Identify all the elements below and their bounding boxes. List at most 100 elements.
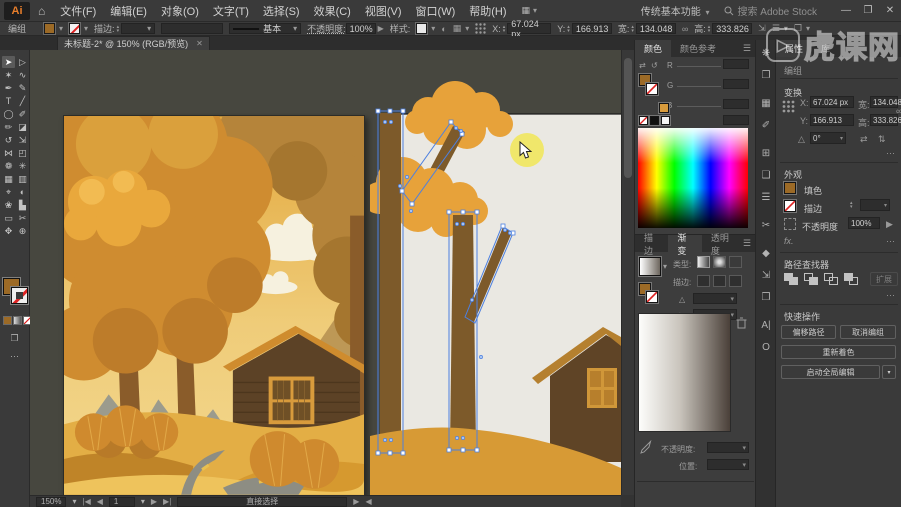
- delete-stop-icon[interactable]: [736, 317, 747, 329]
- tool-line[interactable]: ╱: [16, 95, 29, 107]
- tool-ellipse[interactable]: ◯: [2, 108, 15, 120]
- freeform-gradient-button[interactable]: [729, 256, 742, 268]
- gradient-stroke-swatch[interactable]: [646, 291, 658, 303]
- y-field[interactable]: 166.913: [810, 114, 854, 126]
- white-swatch[interactable]: [661, 116, 670, 125]
- status-collapse-icon[interactable]: ◀: [365, 497, 371, 506]
- asset-export-panel-icon[interactable]: ⇲: [756, 270, 776, 281]
- height-field[interactable]: 333.826: [712, 23, 752, 34]
- tool-scale[interactable]: ⇲: [16, 134, 29, 146]
- stroke-weight-field[interactable]: ▾: [860, 199, 890, 211]
- r-value-field[interactable]: [723, 59, 749, 69]
- variable-width-profile-field[interactable]: [161, 23, 223, 34]
- transform-options-icon[interactable]: ⇲: [758, 23, 766, 34]
- fill-color-swatch[interactable]: [44, 23, 55, 34]
- menu-help[interactable]: 帮助(H): [462, 3, 513, 19]
- opacity-field[interactable]: 100%: [848, 217, 880, 229]
- brush-definition-field[interactable]: 基本▾: [229, 23, 301, 34]
- fx-button[interactable]: fx.: [784, 236, 794, 246]
- tool-eraser[interactable]: ◪: [16, 121, 29, 133]
- tool-direct-selection[interactable]: ▷: [16, 56, 29, 68]
- tool-paintbrush[interactable]: ✐: [16, 108, 29, 120]
- tool-pencil[interactable]: ✏: [2, 121, 15, 133]
- tool-mesh[interactable]: ▦: [2, 173, 15, 185]
- link-dimensions-icon[interactable]: ∞: [682, 24, 688, 34]
- width-field[interactable]: 134.048: [636, 23, 676, 34]
- opacity-label[interactable]: 不透明度:: [307, 22, 346, 35]
- stroke-within-button[interactable]: [697, 275, 710, 287]
- flip-horizontal-icon[interactable]: ⇄: [860, 134, 868, 145]
- gradient-swatch[interactable]: [639, 257, 661, 276]
- tool-magic-wand[interactable]: ✶: [2, 69, 15, 81]
- x-field[interactable]: 67.024 px: [810, 96, 854, 108]
- artboard-2-work-in-progress[interactable]: [370, 80, 621, 495]
- global-edit-dropdown[interactable]: ▾: [882, 365, 896, 379]
- symbols-panel-icon[interactable]: ▦: [756, 98, 776, 109]
- gradient-mode-button[interactable]: [13, 316, 22, 325]
- menu-effect[interactable]: 效果(C): [307, 3, 358, 19]
- draw-mode-icon[interactable]: ❐: [8, 332, 21, 344]
- tool-hand[interactable]: ✥: [2, 225, 15, 237]
- first-artboard-icon[interactable]: |◀: [82, 497, 90, 506]
- tool-width[interactable]: ⋈: [2, 147, 15, 159]
- arrow-right-icon[interactable]: ▶: [378, 24, 384, 33]
- stop-position-field[interactable]: ▾: [707, 459, 749, 470]
- offset-path-button[interactable]: 偏移路径: [781, 325, 836, 339]
- last-artboard-icon[interactable]: ▶|: [163, 497, 171, 506]
- restore-button[interactable]: ❐: [857, 5, 879, 16]
- tab-color-guide[interactable]: 颜色参考: [671, 40, 725, 57]
- layers-panel-icon[interactable]: ◆: [756, 248, 776, 259]
- tool-selection[interactable]: ➤: [2, 56, 15, 68]
- artboards-panel-icon[interactable]: ❒: [756, 292, 776, 303]
- gradient-angle-field[interactable]: ▾: [693, 293, 737, 304]
- gradient-swatch-chevron[interactable]: ▾: [663, 262, 667, 271]
- tool-symbol-sprayer[interactable]: ❀: [2, 199, 15, 211]
- canvas-vertical-scrollbar[interactable]: [621, 50, 634, 495]
- global-edit-button[interactable]: 启动全局编辑: [781, 365, 880, 379]
- more-options-icon[interactable]: ···: [886, 236, 895, 246]
- stroke-color-swatch[interactable]: [69, 23, 80, 34]
- tree-trunk-left[interactable]: [380, 113, 401, 453]
- workspace-switcher[interactable]: 传统基本功能 ▾: [641, 3, 710, 18]
- stroke-across-button[interactable]: [729, 275, 742, 287]
- stroke-weight-stepper[interactable]: ▴▾: [117, 25, 120, 33]
- pathfinder-minus-front-icon[interactable]: [804, 273, 819, 285]
- tool-zoom[interactable]: ⊕: [16, 225, 29, 237]
- pathfinder-intersect-icon[interactable]: [824, 273, 839, 285]
- black-swatch[interactable]: [650, 116, 659, 125]
- color-spectrum[interactable]: [638, 128, 748, 228]
- tool-live-paint[interactable]: ✳: [16, 160, 29, 172]
- distribute-options-icon[interactable]: ❐▾: [794, 23, 810, 34]
- pathfinder-panel-icon[interactable]: ❑: [756, 170, 776, 181]
- pathfinder-exclude-icon[interactable]: [844, 273, 859, 285]
- adobe-stock-search[interactable]: 搜索 Adobe Stock: [724, 3, 817, 18]
- flip-vertical-icon[interactable]: ⇅: [878, 134, 886, 145]
- document-tab[interactable]: 未标题-2* @ 150% (RGB/预览) ✕: [57, 36, 210, 50]
- b-slider[interactable]: [677, 106, 721, 107]
- alpha-value-field[interactable]: [723, 115, 749, 125]
- close-button[interactable]: ✕: [879, 5, 901, 16]
- next-artboard-icon[interactable]: ▶: [151, 497, 157, 506]
- swatches-panel-icon[interactable]: ❋: [756, 48, 776, 59]
- tool-type[interactable]: T: [2, 95, 15, 107]
- link-dimensions-icon[interactable]: ∞: [896, 106, 901, 116]
- ungroup-button[interactable]: 取消编组: [840, 325, 896, 339]
- zoom-level-field[interactable]: 150%: [36, 497, 66, 507]
- tool-blend[interactable]: ◐: [16, 186, 29, 198]
- panel-menu-icon[interactable]: ☰: [743, 43, 751, 54]
- home-icon[interactable]: ⌂: [38, 4, 45, 18]
- width-field[interactable]: 134.048: [870, 96, 898, 108]
- swap-colors-icon[interactable]: ⇄: [639, 61, 646, 70]
- tool-slice[interactable]: ✂: [16, 212, 29, 224]
- stop-opacity-field[interactable]: ▾: [707, 442, 749, 453]
- character-panel-icon[interactable]: A|: [756, 320, 776, 331]
- tool-artboard[interactable]: ▭: [2, 212, 15, 224]
- artboard-1-finished-illustration[interactable]: [63, 115, 365, 495]
- stroke-along-button[interactable]: [713, 275, 726, 287]
- align-options-icon[interactable]: ☰▾: [772, 23, 788, 34]
- reference-point-grid[interactable]: [782, 100, 795, 113]
- stroke-weight-stepper[interactable]: ▴▾: [850, 201, 853, 209]
- minimize-button[interactable]: —: [835, 5, 857, 16]
- tool-lasso[interactable]: ∿: [16, 69, 29, 81]
- menu-file[interactable]: 文件(F): [53, 3, 103, 19]
